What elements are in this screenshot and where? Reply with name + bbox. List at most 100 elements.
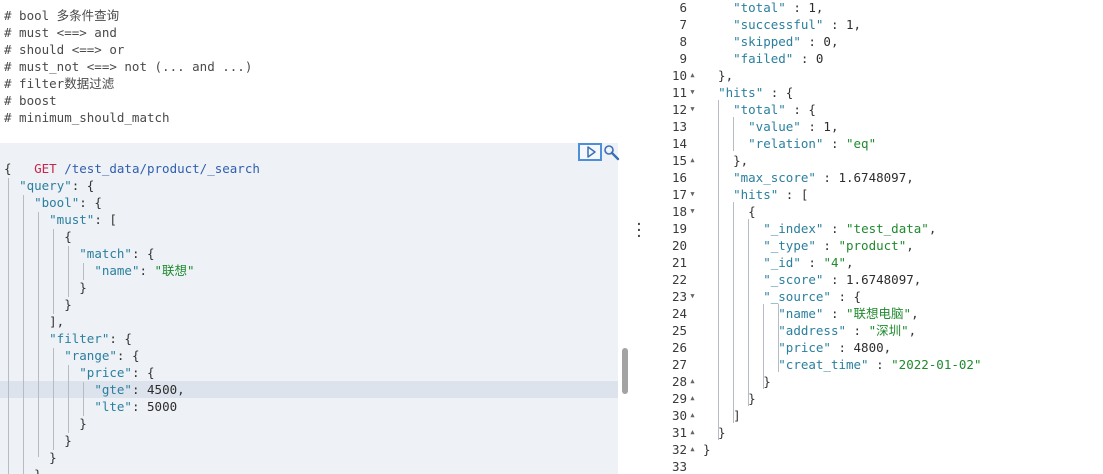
code-line[interactable]: "name": "联想" xyxy=(4,262,628,279)
request-actions xyxy=(578,143,622,163)
json-key: "price" xyxy=(79,365,132,380)
json-punctuation xyxy=(703,340,778,355)
response-line: }, xyxy=(703,152,1103,169)
comment-text: # bool 多条件查询 xyxy=(4,8,120,23)
code-line[interactable]: } xyxy=(4,432,628,449)
fold-up-icon[interactable]: ▲ xyxy=(688,152,697,169)
json-punctuation: : { xyxy=(763,85,794,100)
code-line[interactable]: "bool": { xyxy=(4,194,628,211)
fold-up-icon[interactable]: ▲ xyxy=(688,407,697,424)
json-punctuation: : [ xyxy=(94,212,117,227)
indent-guide xyxy=(68,365,69,433)
response-line: "skipped" : 0, xyxy=(703,33,1103,50)
fold-down-icon[interactable]: ▼ xyxy=(688,101,697,118)
code-line[interactable]: "filter": { xyxy=(4,330,628,347)
json-punctuation: : { xyxy=(131,365,155,380)
request-editor[interactable]: # bool 多条件查询 # must <==> and # should <==>… xyxy=(0,0,628,474)
run-request-button[interactable] xyxy=(578,143,602,161)
json-punctuation xyxy=(4,382,94,397)
json-punctuation: : { xyxy=(71,178,95,193)
response-line: "max_score" : 1.6748097, xyxy=(703,169,1103,186)
code-line[interactable]: } xyxy=(4,466,628,474)
code-line[interactable]: "gte": 4500, xyxy=(4,381,628,398)
json-key: "_score" xyxy=(763,272,824,287)
code-line[interactable]: { xyxy=(4,228,628,245)
json-punctuation: : xyxy=(823,306,846,321)
comment-line: # should <==> or xyxy=(4,41,628,58)
code-line[interactable]: "price": { xyxy=(4,364,628,381)
json-key: "total" xyxy=(733,102,786,117)
fold-up-icon[interactable]: ▲ xyxy=(688,373,697,390)
json-punctuation: : { xyxy=(830,289,862,304)
indent-guide xyxy=(23,195,24,474)
line-number: 7 xyxy=(679,17,687,32)
fold-down-icon[interactable]: ▼ xyxy=(688,203,697,220)
fold-up-icon[interactable]: ▲ xyxy=(688,67,697,84)
indent-guide xyxy=(778,304,779,372)
code-line[interactable]: { xyxy=(4,160,628,177)
code-line[interactable]: ], xyxy=(4,313,628,330)
code-line[interactable]: "match": { xyxy=(4,245,628,262)
fold-down-icon[interactable]: ▼ xyxy=(688,84,697,101)
request-line[interactable]: GET /test_data/product/_search xyxy=(4,143,628,176)
response-line: "successful" : 1, xyxy=(703,16,1103,33)
json-punctuation xyxy=(703,17,733,32)
line-number: 33 xyxy=(671,459,687,474)
json-string: "product" xyxy=(838,238,907,253)
json-key: "skipped" xyxy=(733,34,801,49)
response-viewer[interactable]: 6 7 8 9 10 ▲ 11 ▼ 12 ▼ 13 14 15 ▲ 16 17 ▼ 18 ▼ 19 20 21 22 23 ▼ 2… xyxy=(650,0,1103,474)
json-punctuation: : xyxy=(800,255,824,270)
wrench-icon xyxy=(604,145,620,161)
code-line[interactable]: } xyxy=(4,449,628,466)
line-number: 32 xyxy=(671,442,687,457)
code-line[interactable]: } xyxy=(4,296,628,313)
json-punctuation: , xyxy=(911,306,919,321)
fold-up-icon[interactable]: ▲ xyxy=(688,441,697,458)
response-body: "total" : 1, "successful" : 1, "skipped"… xyxy=(703,0,1103,474)
pane-splitter[interactable]: · · · xyxy=(628,0,650,474)
line-number: 11 xyxy=(671,85,687,100)
json-punctuation: : xyxy=(785,0,809,15)
code-line[interactable]: } xyxy=(4,279,628,296)
code-line[interactable]: } xyxy=(4,415,628,432)
comment-text: # must_not <==> not (... and ...) xyxy=(4,59,253,74)
json-punctuation: , xyxy=(928,221,937,236)
indent-guide xyxy=(733,202,734,423)
json-punctuation: } xyxy=(4,280,87,295)
json-string: "2022-01-02" xyxy=(891,357,982,372)
line-number: 26 xyxy=(671,340,687,355)
json-key: "hits" xyxy=(718,85,764,100)
json-punctuation: : xyxy=(139,263,155,278)
request-settings-button[interactable] xyxy=(603,144,620,161)
json-punctuation xyxy=(4,348,64,363)
comment-text: # should <==> or xyxy=(4,42,125,57)
response-line: "hits" : { xyxy=(703,84,1103,101)
code-line[interactable]: "query": { xyxy=(4,177,628,194)
indent-guide xyxy=(38,212,39,457)
code-line[interactable]: "range": { xyxy=(4,347,628,364)
json-punctuation xyxy=(4,331,49,346)
json-punctuation: : xyxy=(823,17,846,32)
fold-up-icon[interactable]: ▲ xyxy=(688,390,697,407)
json-key: "price" xyxy=(778,340,831,355)
fold-up-icon[interactable]: ▲ xyxy=(688,424,697,441)
comment-line: # bool 多条件查询 xyxy=(4,7,628,24)
json-punctuation: : xyxy=(846,323,869,338)
comment-line: # minimum_should_match xyxy=(4,109,628,126)
json-number: 1.6748097 xyxy=(838,170,907,185)
json-punctuation: : { xyxy=(79,195,102,210)
comment-line: # must_not <==> not (... and ...) xyxy=(4,58,628,75)
json-string: "联想电脑" xyxy=(846,306,912,321)
json-punctuation: : [ xyxy=(778,187,809,202)
fold-down-icon[interactable]: ▼ xyxy=(688,186,697,203)
line-number: 25 xyxy=(671,323,687,338)
json-punctuation: } xyxy=(4,416,87,431)
code-line[interactable]: "lte": 5000 xyxy=(4,398,628,415)
json-key: "_type" xyxy=(763,238,816,253)
indent-guide xyxy=(733,117,734,151)
json-key: "total" xyxy=(733,0,786,15)
code-line[interactable]: "must": [ xyxy=(4,211,628,228)
fold-down-icon[interactable]: ▼ xyxy=(688,288,697,305)
json-key: "_id" xyxy=(763,255,801,270)
json-key: "bool" xyxy=(34,195,80,210)
